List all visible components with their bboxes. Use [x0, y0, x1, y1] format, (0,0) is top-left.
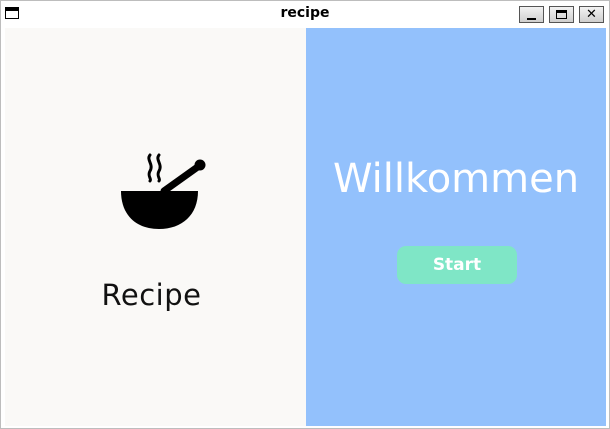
- minimize-icon: [527, 17, 536, 20]
- close-icon: ✕: [586, 7, 597, 22]
- maximize-icon: [556, 10, 567, 19]
- window-title: recipe: [280, 5, 330, 21]
- maximize-button[interactable]: [549, 6, 574, 23]
- welcome-heading: Willkommen: [332, 156, 580, 202]
- title-bar[interactable]: recipe ✕: [1, 1, 609, 27]
- minimize-button[interactable]: [519, 6, 544, 23]
- welcome-panel: Willkommen Start: [306, 28, 606, 426]
- bowl-with-spoon-icon: [121, 153, 206, 229]
- start-button[interactable]: Start: [397, 246, 517, 284]
- logo-text: Recipe: [101, 278, 202, 312]
- app-window: recipe ✕ Recipe Willkommen Start: [0, 0, 610, 429]
- close-button[interactable]: ✕: [579, 6, 604, 23]
- main-content: Recipe Willkommen Start: [5, 28, 606, 426]
- logo-panel: Recipe: [5, 28, 306, 426]
